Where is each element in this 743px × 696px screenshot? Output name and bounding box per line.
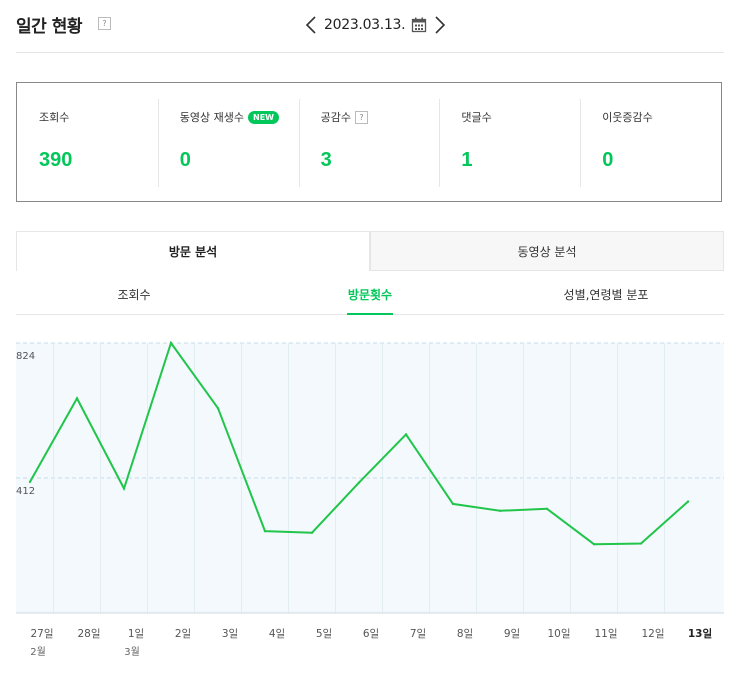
data-point (686, 500, 690, 503)
x-tick-label: 5일 (316, 627, 332, 640)
subtab-demographics[interactable]: 성별,연령별 분포 (488, 282, 724, 314)
data-point (639, 542, 643, 545)
stat-likes: 공감수 ? 3 (298, 83, 440, 201)
subtab-views[interactable]: 조회수 (16, 282, 252, 314)
x-tick-label: 12일 (641, 627, 664, 640)
stat-comments-label: 댓글수 (461, 111, 492, 124)
month-label: 3월 (124, 646, 140, 658)
data-point (592, 542, 596, 546)
analysis-tabs: 방문 분석 동영상 분석 (16, 231, 724, 271)
calendar-icon[interactable] (411, 17, 427, 33)
month-label: 2월 (30, 646, 46, 658)
x-tick-label: 13일 (688, 627, 712, 640)
data-point (545, 507, 549, 511)
x-tick-label: 10일 (547, 627, 570, 640)
current-date: 2023.03.13. (324, 17, 406, 33)
data-point (404, 433, 408, 436)
tab-visit-analysis[interactable]: 방문 분석 (16, 231, 370, 271)
data-point (310, 531, 314, 534)
stat-comments: 댓글수 1 (439, 83, 580, 201)
stat-views-label: 조회수 (39, 111, 70, 124)
x-tick-label: 1일 (128, 627, 144, 640)
stat-label: 동영상 재생수 NEW (180, 109, 279, 125)
help-icon[interactable]: ? (354, 110, 368, 124)
metric-subtabs: 조회수 방문횟수 성별,연령별 분포 (16, 282, 724, 315)
x-tick-label: 4일 (269, 627, 285, 640)
stat-comments-value: 1 (461, 149, 473, 171)
x-tick-label: 11일 (594, 627, 617, 640)
visits-line-chart: 412 824 27일 28일 1일 2일 3일 4일 5일 6일 7일 8일 9일 10일 11일 12일… (16, 340, 724, 658)
stat-label: 댓글수 (461, 109, 491, 125)
stat-views: 조회수 390 (17, 83, 158, 201)
stat-label: 이웃증감수 (602, 109, 653, 125)
x-tick-label: 7일 (410, 627, 426, 640)
stat-video-plays-value: 0 (179, 149, 191, 171)
x-tick-label: 28일 (77, 627, 100, 640)
stat-likes-label: 공감수 (320, 111, 351, 124)
page-title: 일간 현황 (16, 17, 82, 37)
stat-neighbors-label: 이웃증감수 (602, 111, 653, 124)
x-tick-label: 2일 (175, 627, 191, 640)
x-tick-label: 8일 (457, 627, 473, 640)
subtab-visits[interactable]: 방문횟수 (252, 282, 488, 315)
stat-video-plays-label: 동영상 재생수 (179, 111, 245, 124)
data-point (122, 487, 126, 490)
data-point (451, 502, 455, 506)
x-tick-label: 6일 (363, 627, 379, 640)
stat-label: 조회수 (39, 109, 69, 125)
y-tick-label: 824 (16, 351, 35, 362)
data-point (263, 529, 267, 533)
data-point (216, 407, 220, 410)
new-badge: NEW (248, 110, 279, 124)
stat-label: 공감수 ? (321, 109, 368, 125)
stat-video-plays: 동영상 재생수 NEW 0 (157, 83, 299, 201)
chevron-right-icon[interactable] (433, 15, 447, 35)
stat-likes-value: 3 (320, 149, 332, 171)
data-point (357, 481, 361, 484)
data-point (75, 397, 79, 400)
tab-video-analysis[interactable]: 동영상 분석 (370, 231, 724, 271)
chevron-left-icon[interactable] (304, 15, 318, 35)
date-navigator: 2023.03.13. (304, 13, 447, 37)
x-tick-label: 3일 (222, 627, 238, 640)
data-point (498, 509, 502, 512)
x-tick-label: 9일 (504, 627, 520, 640)
stat-neighbors: 이웃증감수 0 (580, 83, 721, 201)
data-point (28, 480, 32, 484)
data-point (169, 341, 173, 345)
stat-views-value: 390 (39, 149, 73, 171)
x-tick-label: 27일 (30, 627, 53, 640)
stat-neighbors-value: 0 (602, 149, 614, 171)
y-tick-label: 412 (16, 486, 35, 497)
summary-panel: 조회수 390 동영상 재생수 NEW 0 공감수 ? 3 댓글수 1 이웃증감… (16, 82, 722, 202)
divider (16, 52, 724, 53)
help-icon[interactable]: ? (98, 17, 111, 30)
